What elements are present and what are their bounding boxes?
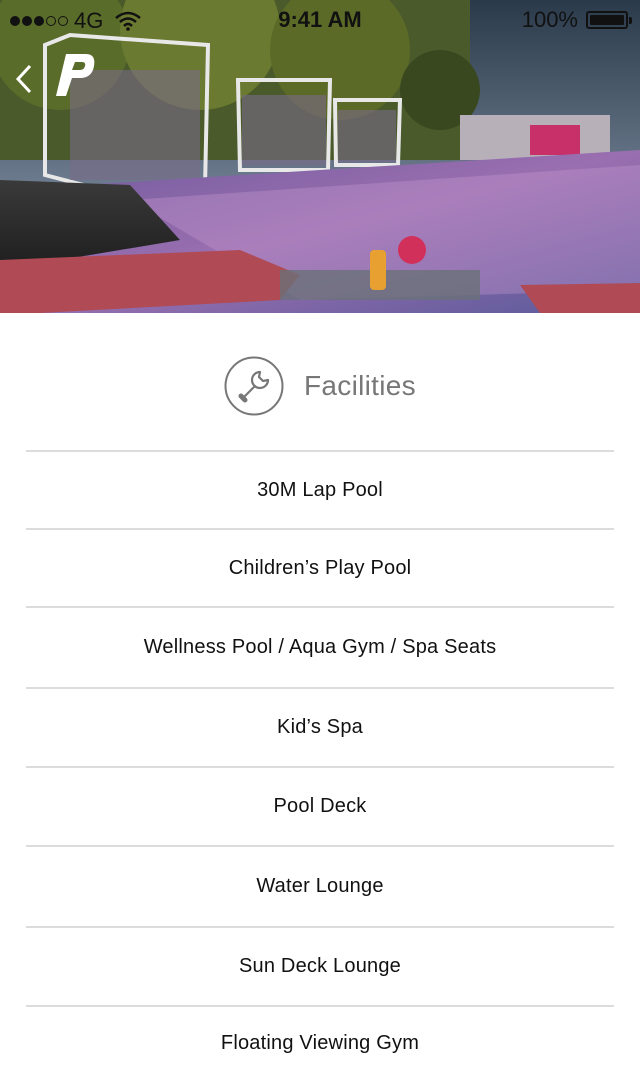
list-item-label: Sun Deck Lounge <box>238 955 401 977</box>
section-header: Facilities <box>0 353 640 419</box>
status-right: 100% <box>521 7 632 33</box>
list-item[interactable]: Wellness Pool / Aqua Gym / Spa Seats <box>26 606 614 687</box>
list-item-label: Kid’s Spa <box>277 716 363 738</box>
list-item[interactable]: Pool Deck <box>26 766 614 845</box>
list-item[interactable]: Water Lounge <box>26 845 614 926</box>
battery-percent: 100% <box>521 7 578 32</box>
list-item-label: Floating Viewing Gym <box>220 1032 420 1054</box>
list-item-label: Children’s Play Pool <box>228 556 412 579</box>
battery-fill <box>590 15 624 25</box>
facilities-list: 30M Lap Pool Children’s Play Pool Wellne… <box>26 450 614 1080</box>
list-item[interactable]: Floating Viewing Gym <box>26 1005 614 1080</box>
list-item[interactable]: Sun Deck Lounge <box>26 926 614 1005</box>
list-item-label: Water Lounge <box>256 875 384 897</box>
p-logo-icon <box>56 54 95 96</box>
list-item[interactable]: Kid’s Spa <box>26 687 614 766</box>
hero-image <box>0 0 640 313</box>
list-item[interactable]: Children’s Play Pool <box>26 528 614 606</box>
pool-photo <box>0 0 640 313</box>
list-item-label: 30M Lap Pool <box>257 478 383 501</box>
chevron-left-icon[interactable] <box>10 62 40 96</box>
battery-icon <box>586 11 632 29</box>
wrench-icon <box>224 356 284 416</box>
status-bar: 4G 9:41 AM 100% <box>0 0 640 40</box>
section-title: Facilities <box>304 370 416 401</box>
list-item[interactable]: 30M Lap Pool <box>26 450 614 528</box>
list-item-label: Pool Deck <box>273 795 367 817</box>
list-item-label: Wellness Pool / Aqua Gym / Spa Seats <box>143 636 497 658</box>
